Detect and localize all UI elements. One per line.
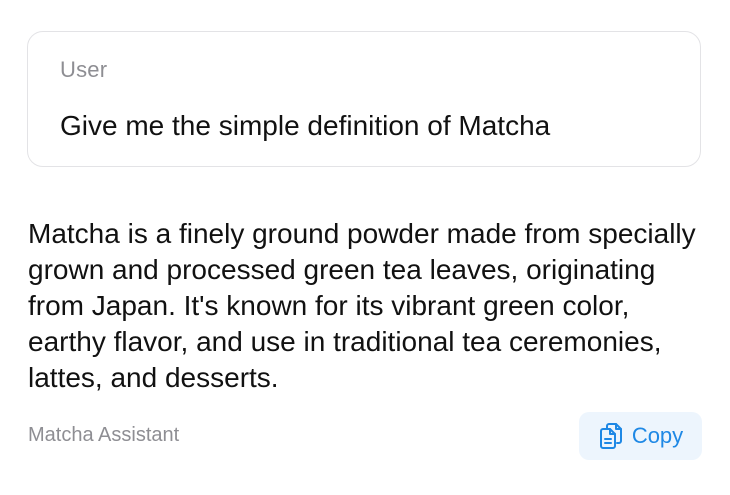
assistant-response-text: Matcha is a finely ground powder made fr… [28,218,696,393]
assistant-name-label: Matcha Assistant [28,424,180,446]
user-message-text: Give me the simple definition of Matcha [60,110,551,141]
user-role-label: User [60,57,108,82]
copy-button[interactable]: Copy [579,412,702,460]
user-message-card: User Give me the simple definition of Ma… [27,31,701,167]
chat-view: User Give me the simple definition of Ma… [0,0,730,495]
copy-icon [598,422,624,450]
copy-button-label: Copy [631,423,684,448]
